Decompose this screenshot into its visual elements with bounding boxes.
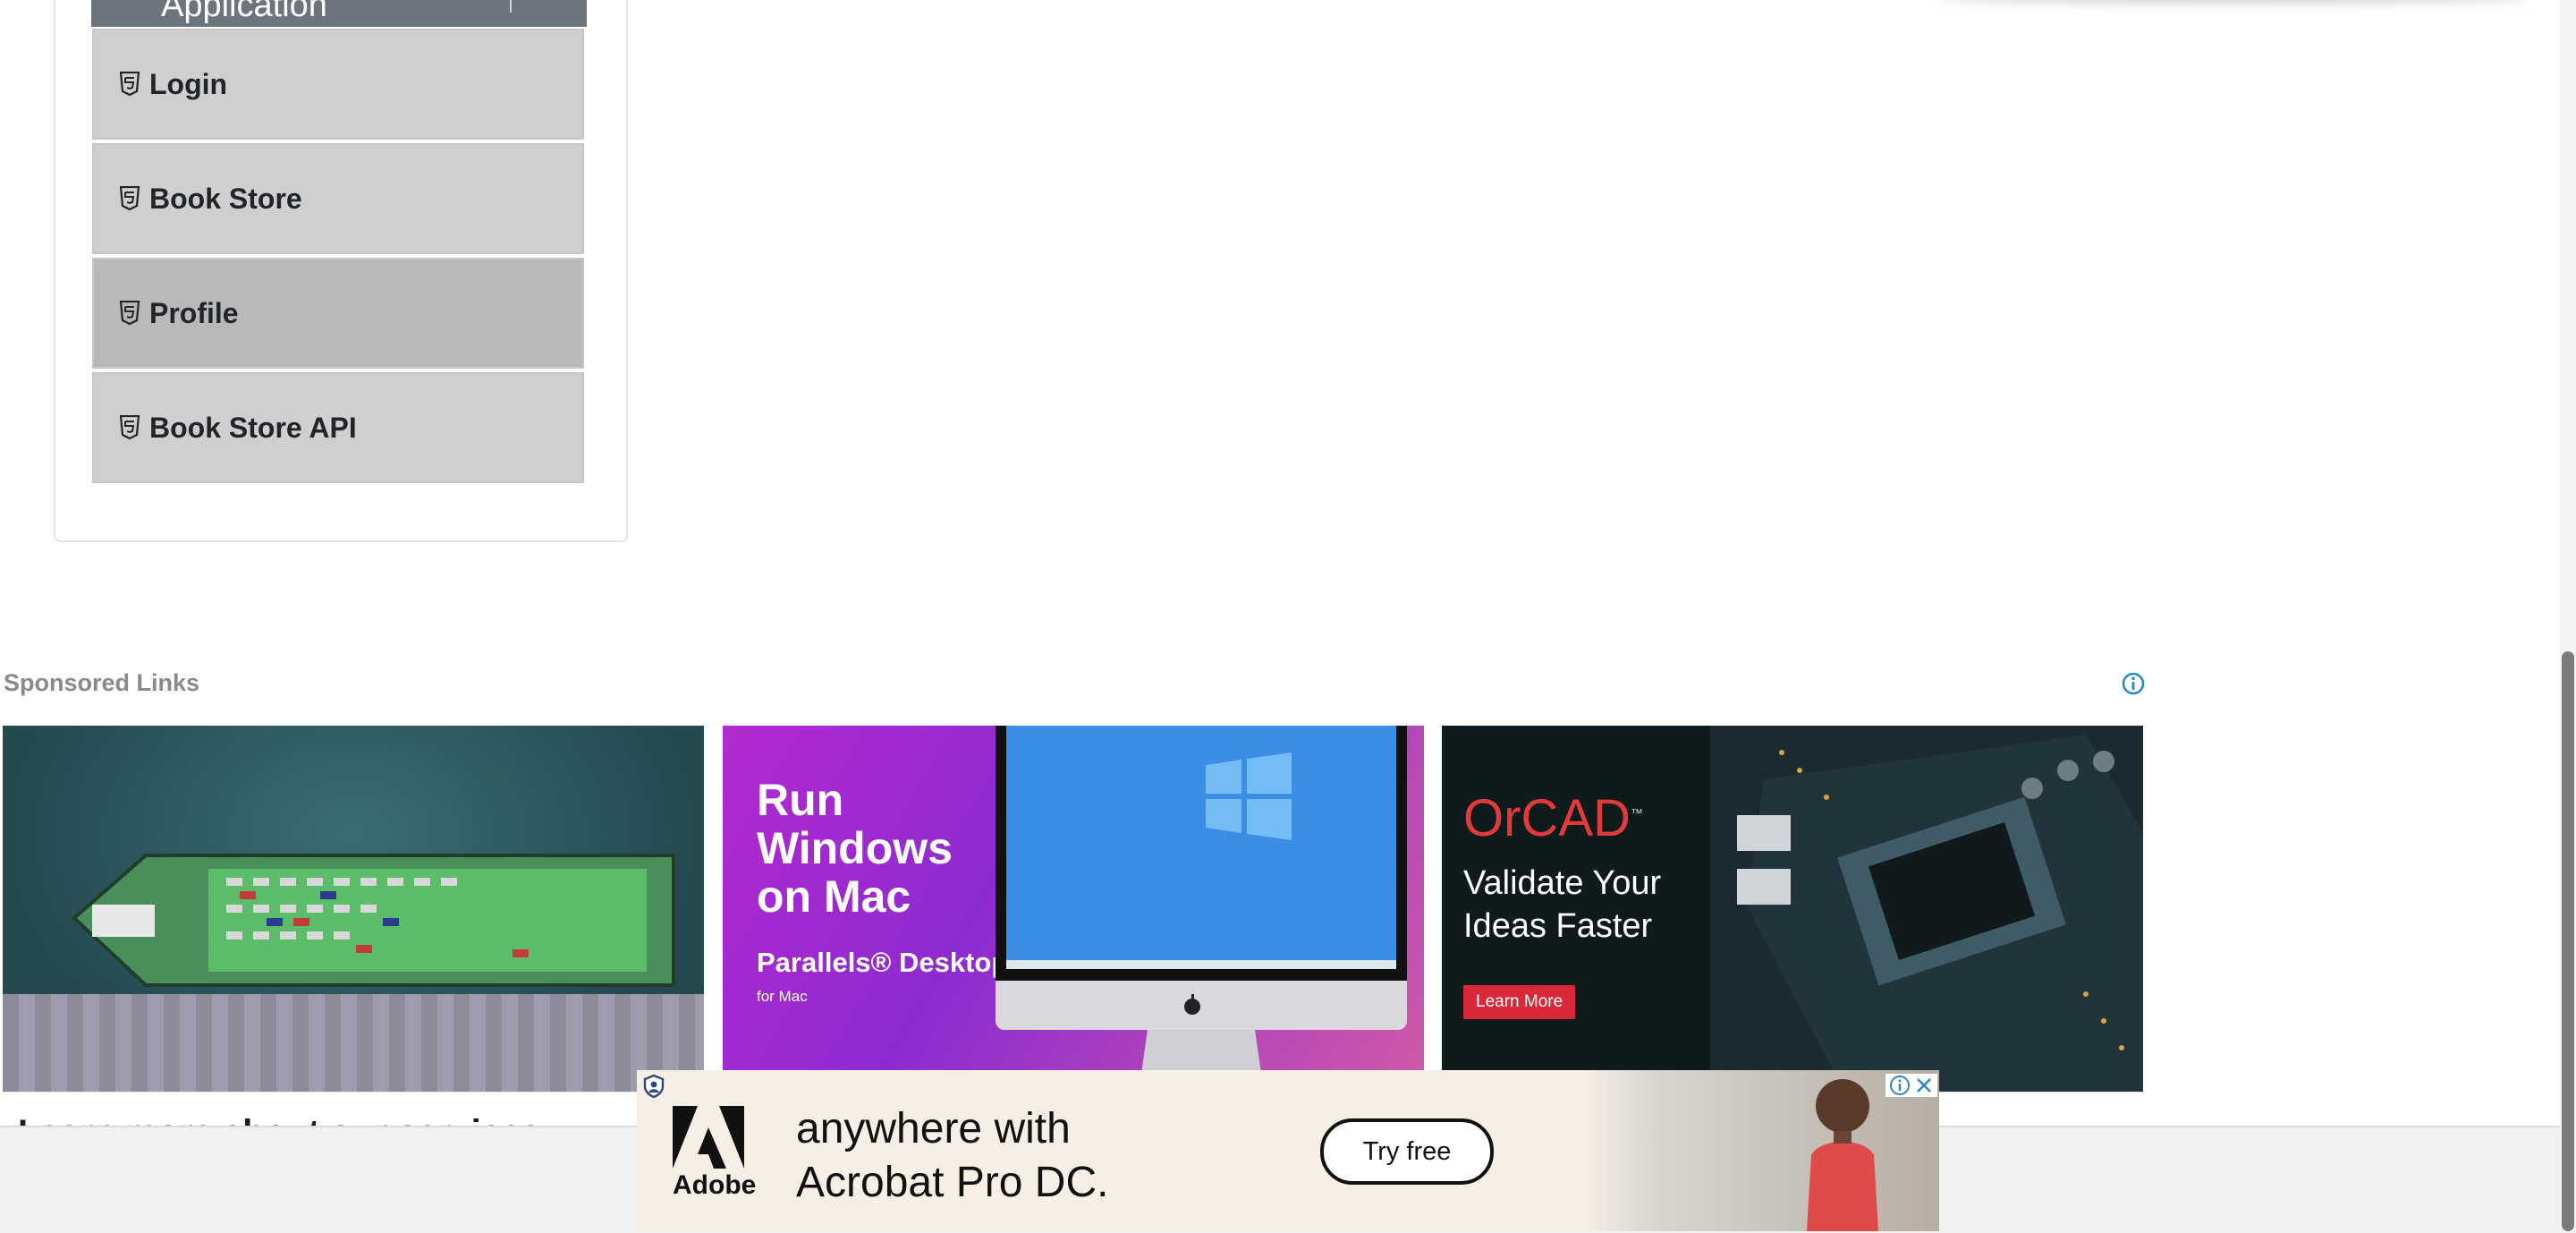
html5-icon — [119, 301, 140, 326]
adchoices-icon[interactable] — [642, 1074, 665, 1099]
menu-item-book-store[interactable]: Book Store — [92, 143, 584, 254]
info-icon[interactable] — [1889, 1075, 1911, 1096]
ad-copy-line: Acrobat Pro DC. — [796, 1159, 1109, 1206]
floating-ad-adobe[interactable]: Adobe anywhere with Acrobat Pro DC. Try … — [637, 1070, 1939, 1231]
ad-headline-line: on Mac — [757, 872, 911, 922]
menu-item-label: Login — [149, 67, 228, 100]
group-title: Application — [161, 0, 327, 24]
ad-tagline: Validate Your Ideas Faster — [1463, 862, 1661, 948]
ad-headline-line: Run — [757, 775, 844, 825]
adobe-logo-icon — [673, 1106, 744, 1169]
imac-illustration — [996, 726, 1407, 1092]
menu-item-label: Profile — [149, 296, 239, 329]
scrollbar-thumb[interactable] — [2562, 651, 2574, 1231]
ad-link-text[interactable]: Learn more about our services — [18, 1106, 541, 1126]
header-divider — [510, 0, 512, 13]
group-header-application[interactable]: Application — [91, 0, 587, 27]
menu-item-label: Book Store API — [149, 411, 357, 444]
menu-item-profile[interactable]: Profile — [92, 258, 584, 369]
ad-copy-line: anywhere with — [796, 1105, 1071, 1152]
ad-logo-orcad: OrCAD™ — [1463, 789, 1643, 847]
close-icon[interactable] — [1914, 1076, 1934, 1095]
menu-item-login[interactable]: Login — [92, 29, 584, 140]
sponsored-title: Sponsored Links — [4, 669, 200, 696]
ad-card-shipping[interactable] — [3, 726, 704, 1092]
html5-icon — [119, 72, 140, 97]
ad-headline-line: Windows — [757, 823, 953, 873]
circuit-board-illustration — [1710, 726, 2143, 1092]
html5-icon — [119, 186, 140, 211]
ad-controls — [1885, 1074, 1937, 1097]
ad-image-pier — [3, 994, 704, 1092]
adobe-brand: Adobe — [673, 1170, 757, 1200]
info-icon[interactable] — [2121, 671, 2146, 696]
html5-icon — [119, 415, 140, 440]
ad-card-parallels[interactable]: Run Windows on Mac Parallels® Desktop fo… — [723, 726, 1424, 1092]
try-free-button[interactable]: Try free — [1320, 1118, 1494, 1185]
menu-item-book-store-api[interactable]: Book Store API — [92, 372, 584, 483]
ship-illustration — [72, 854, 675, 987]
ad-brand-name: Parallels® Desktop — [757, 947, 1009, 978]
ad-card-orcad[interactable]: OrCAD™ Validate Your Ideas Faster Learn … — [1442, 726, 2143, 1092]
learn-more-button[interactable]: Learn More — [1463, 985, 1576, 1019]
ad-brand: Parallels® Desktop for Mac — [757, 948, 1008, 1012]
menu-item-label: Book Store — [149, 182, 302, 215]
ad-headline: Run Windows on Mac — [757, 776, 953, 921]
ad-copy: anywhere with Acrobat Pro DC. — [796, 1102, 1108, 1210]
ad-tagline-line: Validate Your — [1463, 864, 1662, 902]
ad-tagline-line: Ideas Faster — [1463, 907, 1653, 945]
ad-brand-sub: for Mac — [757, 988, 808, 1005]
